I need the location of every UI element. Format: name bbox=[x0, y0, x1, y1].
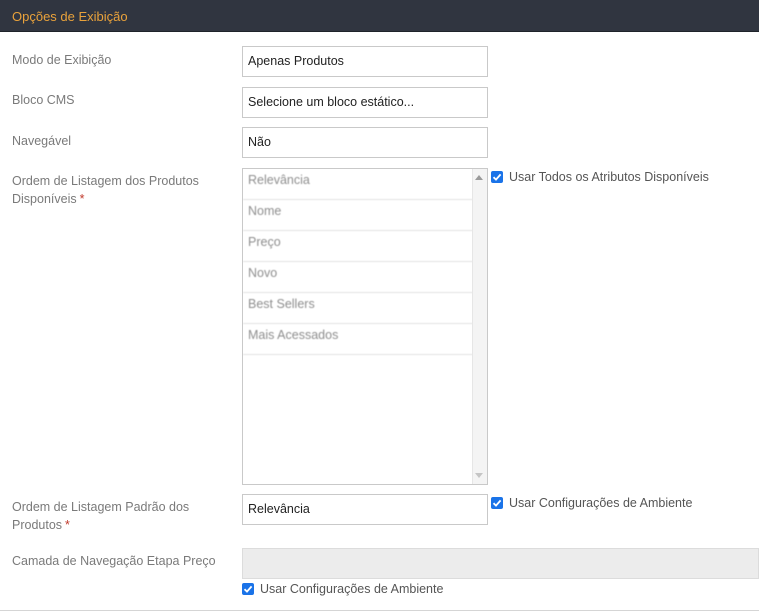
price-step-use-config-row[interactable]: Usar Configurações de Ambiente bbox=[242, 582, 443, 596]
list-item[interactable]: Preço bbox=[243, 231, 473, 262]
divider bbox=[0, 610, 759, 611]
list-item[interactable]: Novo bbox=[243, 262, 473, 293]
default-sort-label: Ordem de Listagem Padrão dos Produtos * bbox=[12, 498, 212, 534]
default-sort-select[interactable]: Relevância bbox=[242, 494, 488, 525]
list-item[interactable]: Relevância bbox=[243, 169, 473, 200]
use-all-attributes-label: Usar Todos os Atributos Disponíveis bbox=[509, 170, 709, 184]
required-mark: * bbox=[79, 192, 85, 206]
listbox-scrollbar[interactable] bbox=[472, 169, 487, 484]
price-step-use-config-label: Usar Configurações de Ambiente bbox=[260, 582, 444, 596]
display-mode-label: Modo de Exibição bbox=[12, 53, 112, 67]
price-step-use-config-checkbox[interactable] bbox=[242, 583, 254, 595]
available-sort-listbox[interactable]: Relevância Nome Preço Novo Best Sellers … bbox=[242, 168, 488, 485]
price-step-input bbox=[242, 548, 759, 579]
available-sort-label-text: Ordem de Listagem dos Produtos Disponíve… bbox=[12, 174, 199, 206]
list-item[interactable]: Best Sellers bbox=[243, 293, 473, 324]
checkmark-icon bbox=[492, 173, 502, 181]
available-sort-options: Relevância Nome Preço Novo Best Sellers … bbox=[243, 169, 473, 355]
display-mode-select[interactable]: Apenas Produtos bbox=[242, 46, 488, 77]
list-item[interactable]: Nome bbox=[243, 200, 473, 231]
cms-block-select[interactable]: Selecione um bloco estático... bbox=[242, 87, 488, 118]
default-sort-use-config-label: Usar Configurações de Ambiente bbox=[509, 496, 693, 510]
anchor-label: Navegável bbox=[12, 134, 72, 148]
panel-title: Opções de Exibição bbox=[12, 9, 128, 24]
anchor-select[interactable]: Não bbox=[242, 127, 488, 158]
panel-header[interactable]: Opções de Exibição bbox=[0, 0, 759, 32]
checkmark-icon bbox=[492, 499, 502, 507]
use-all-attributes-row[interactable]: Usar Todos os Atributos Disponíveis bbox=[491, 170, 709, 184]
available-sort-label: Ordem de Listagem dos Produtos Disponíve… bbox=[12, 172, 227, 208]
default-sort-use-config-checkbox[interactable] bbox=[491, 497, 503, 509]
scroll-down-arrow-icon[interactable] bbox=[475, 473, 483, 478]
default-sort-label-text: Ordem de Listagem Padrão dos Produtos bbox=[12, 500, 190, 532]
cms-block-label: Bloco CMS bbox=[12, 93, 75, 107]
price-step-label: Camada de Navegação Etapa Preço bbox=[12, 554, 216, 568]
checkmark-icon bbox=[243, 585, 253, 593]
list-item[interactable]: Mais Acessados bbox=[243, 324, 473, 355]
default-sort-use-config-row[interactable]: Usar Configurações de Ambiente bbox=[491, 496, 692, 510]
use-all-attributes-checkbox[interactable] bbox=[491, 171, 503, 183]
scroll-up-arrow-icon[interactable] bbox=[475, 175, 483, 180]
required-mark: * bbox=[65, 518, 70, 532]
